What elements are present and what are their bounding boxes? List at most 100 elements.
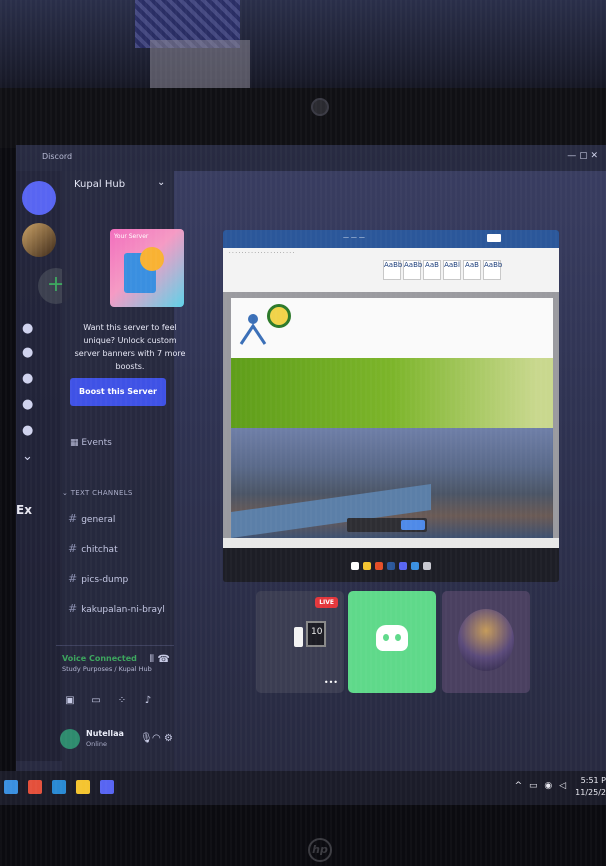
server-icon[interactable]: ● [22, 397, 33, 412]
style-preset[interactable]: AaBb [403, 260, 422, 280]
background-box [150, 40, 250, 90]
soundboard-icon[interactable]: ♪ [140, 695, 156, 711]
laptop-screen: Discord — ▢ ✕ ● ● ● ● ● ⌄ + Ex Kupal Hub… [16, 145, 606, 805]
ribbon-tabs: · · · · · · · · · · · · · · · · · · · · … [229, 250, 295, 256]
participant-tile-avatar[interactable] [442, 591, 530, 693]
boost-server-button[interactable]: Boost this Server [70, 378, 166, 406]
stream-view[interactable]: — — — · · · · · · · · · · · · · · · · · … [223, 230, 559, 582]
channel-kakupalan-ni-brayl[interactable]: # kakupalan-ni-brayl [68, 602, 165, 615]
vscode-icon[interactable] [52, 780, 66, 794]
hash-icon: # [68, 512, 78, 525]
taskbar-app-icon [423, 562, 431, 570]
channel-pics-dump[interactable]: # pics-dump [68, 572, 128, 585]
avatar [458, 609, 514, 671]
shared-taskbar [223, 548, 559, 582]
username: Nutellaa [86, 729, 124, 738]
taskbar-clock[interactable]: 5:51 P 11/25/2 [575, 775, 606, 799]
hp-logo: hp [308, 838, 332, 862]
organization-logo [239, 314, 267, 345]
channel-label: chitchat [81, 545, 118, 555]
word-titlebar: — — — [223, 230, 559, 248]
monitor-text: 10 [311, 627, 323, 637]
window-controls[interactable]: — ▢ ✕ [567, 151, 598, 161]
window-title: Discord [42, 152, 73, 161]
voice-channel-name[interactable]: Study Purposes / Kupal Hub [62, 665, 152, 673]
events-label: Events [81, 438, 112, 448]
activities-icon[interactable]: ⁘ [114, 695, 130, 711]
word-ribbon: · · · · · · · · · · · · · · · · · · · · … [223, 248, 559, 292]
cup-object [294, 627, 303, 647]
chevron-down-icon[interactable]: ⌄ [22, 449, 33, 464]
hash-icon: # [68, 572, 78, 585]
webcam [311, 98, 329, 116]
document-page [231, 298, 553, 538]
server-icon-kupal-hub[interactable] [22, 223, 56, 257]
photo-of-laptop-screen: Discord — ▢ ✕ ● ● ● ● ● ⌄ + Ex Kupal Hub… [0, 0, 606, 866]
avatar[interactable] [60, 729, 80, 749]
discord-taskbar-icon[interactable] [100, 780, 114, 794]
server-icon[interactable]: ● [22, 371, 33, 386]
participant-tile-stream[interactable]: LIVE 10 ••• [256, 591, 344, 693]
discord-home-icon[interactable] [22, 181, 56, 215]
brave-icon[interactable] [28, 780, 42, 794]
voice-status-panel: Voice Connected Study Purposes / Kupal H… [56, 645, 174, 709]
server-banner-card: Your Server [110, 229, 184, 307]
discord-titlebar: Discord — ▢ ✕ [16, 145, 606, 171]
server-icon[interactable]: ● [22, 423, 33, 438]
school-seal-logo [267, 304, 291, 328]
green-banner-strip [231, 358, 553, 428]
channel-chitchat[interactable]: # chitchat [68, 542, 118, 555]
style-preset[interactable]: AaB [423, 260, 441, 280]
more-options-icon[interactable]: ••• [324, 678, 338, 687]
system-tray[interactable]: ^ ▭ ◉ ◁ [515, 781, 568, 791]
taskbar-app-icon [399, 562, 407, 570]
channel-label: general [81, 515, 116, 525]
taskbar-app-icon [411, 562, 419, 570]
participant-tile-discord[interactable] [348, 591, 436, 693]
style-preset[interactable]: AaBl [443, 260, 461, 280]
windows-start-icon[interactable] [4, 780, 18, 794]
events-item[interactable]: ▦ Events [70, 438, 112, 448]
stop-sharing-button[interactable] [401, 520, 425, 530]
document-area [223, 292, 559, 538]
boost-promo-text: Want this server to feel unique? Unlock … [74, 323, 186, 371]
user-status: Online [86, 740, 107, 748]
hash-icon: # [68, 542, 78, 555]
taskbar-app-icon [351, 562, 359, 570]
chevron-down-icon: ⌄ [62, 489, 71, 497]
screen-share-icon[interactable]: ▭ [88, 695, 104, 711]
text-channels-category[interactable]: ⌄ TEXT CHANNELS [62, 489, 133, 497]
gear-icon[interactable]: ⚙ [164, 733, 173, 744]
headphones-icon[interactable]: ◠ [152, 733, 161, 744]
style-preset[interactable]: AaB [463, 260, 481, 280]
share-button[interactable] [487, 234, 501, 242]
voice-connected-label[interactable]: Voice Connected [62, 654, 137, 663]
style-preset[interactable]: AaBb [383, 260, 402, 280]
camera-icon[interactable]: ▣ [62, 695, 78, 711]
windows-taskbar: ^ ▭ ◉ ◁ 5:51 P 11/25/2 [0, 771, 606, 805]
banner-label: Your Server [114, 233, 149, 240]
disconnect-icon[interactable]: ☎ [158, 654, 170, 665]
live-badge: LIVE [315, 597, 338, 608]
discord-logo-icon [376, 625, 408, 651]
channel-label: pics-dump [81, 575, 129, 585]
style-preset[interactable]: AaBb [483, 260, 502, 280]
category-label: TEXT CHANNELS [70, 489, 133, 497]
calendar-icon: ▦ [70, 438, 82, 448]
hash-icon: # [68, 602, 78, 615]
server-icon[interactable]: ● [22, 321, 33, 336]
signal-icon[interactable]: ⦀ [150, 654, 154, 665]
laptop-bezel [0, 88, 606, 148]
server-name[interactable]: Kupal Hub [74, 179, 125, 190]
word-doc-title: — — — [343, 234, 365, 241]
channel-label: kakupalan-ni-brayl [81, 605, 165, 615]
user-panel: Nutellaa Online 🎙 ◠ ⚙ [56, 723, 174, 763]
channel-general[interactable]: # general [68, 512, 115, 525]
screen-share-notification [347, 518, 427, 532]
file-explorer-icon[interactable] [76, 780, 90, 794]
mic-icon[interactable]: 🎙 [140, 733, 153, 744]
server-icon[interactable]: ● [22, 345, 33, 360]
word-status-bar [223, 538, 559, 548]
chevron-down-icon[interactable]: ⌄ [157, 177, 165, 188]
taskbar-time: 5:51 P [580, 776, 606, 785]
